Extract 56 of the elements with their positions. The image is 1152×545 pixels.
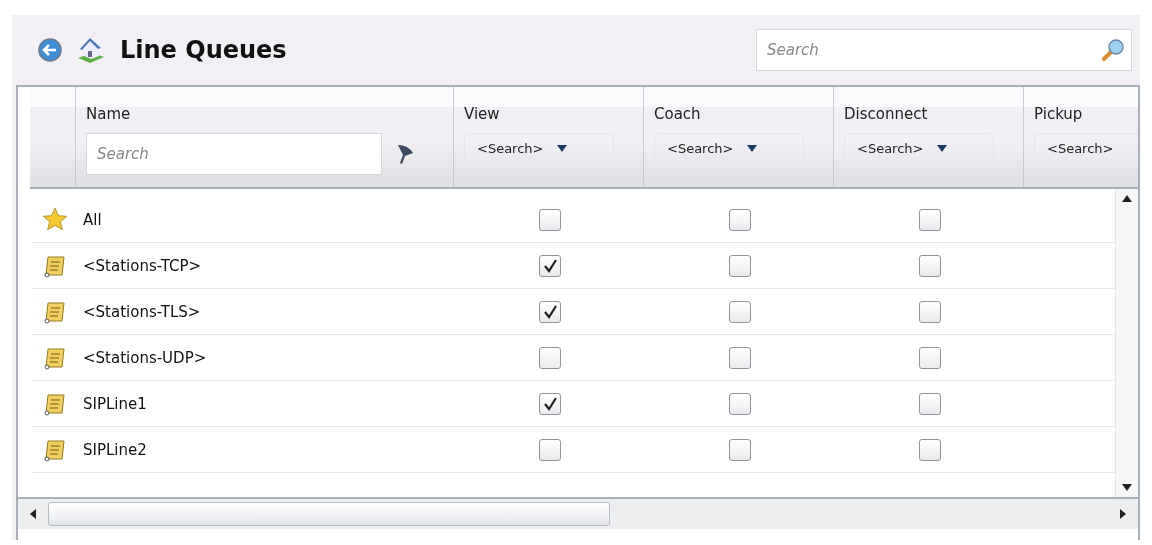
star-icon	[41, 206, 68, 233]
checkbox[interactable]	[919, 208, 941, 231]
notepad-icon	[43, 253, 66, 278]
list-row[interactable]: <Stations-TLS>	[32, 289, 1115, 335]
column-header: Disconnect	[844, 105, 929, 123]
line-name: SIPLine2	[82, 440, 148, 459]
checkbox[interactable]	[539, 254, 561, 277]
column-header: Name	[86, 105, 132, 123]
column-header: Pickup	[1034, 105, 1084, 123]
checkbox[interactable]	[539, 346, 561, 369]
checkbox[interactable]	[919, 254, 941, 277]
caret-icon	[747, 144, 758, 152]
search-dropdown[interactable]: <Search>	[1034, 133, 1138, 163]
line-name: <Stations-TLS>	[82, 302, 202, 321]
notepad-icon	[43, 299, 66, 324]
search-icon[interactable]	[1100, 37, 1126, 63]
horizontal-scrollbar[interactable]	[18, 497, 1138, 529]
house-icon[interactable]	[76, 36, 106, 64]
caret-icon	[937, 144, 948, 152]
checkbox[interactable]	[729, 438, 751, 461]
checkbox[interactable]	[919, 438, 941, 461]
vertical-scrollbar[interactable]	[1115, 189, 1138, 497]
checkbox[interactable]	[919, 392, 941, 415]
list-row[interactable]: <Stations-UDP>	[32, 335, 1115, 381]
checkbox[interactable]	[729, 300, 751, 323]
line-name: <Stations-UDP>	[82, 348, 208, 367]
search-field[interactable]: Search	[756, 29, 1132, 71]
checkbox[interactable]	[729, 208, 751, 231]
list-row[interactable]: SIPLine2	[32, 427, 1115, 473]
checkbox[interactable]	[539, 438, 561, 461]
list-row[interactable]: <Stations-TCP>	[32, 243, 1115, 289]
notepad-icon	[43, 345, 66, 370]
search-dropdown[interactable]: <Search>	[844, 133, 994, 163]
list-row[interactable]: All	[32, 197, 1115, 243]
filter-icon[interactable]	[396, 142, 414, 166]
line-name: SIPLine1	[82, 394, 148, 413]
name-search-field[interactable]: Search	[86, 133, 382, 175]
checkbox[interactable]	[539, 300, 561, 323]
checkbox[interactable]	[729, 392, 751, 415]
checkbox[interactable]	[729, 254, 751, 277]
checkbox[interactable]	[729, 346, 751, 369]
caret-icon	[557, 144, 568, 152]
column-header: Coach	[654, 105, 702, 123]
column-header: View	[464, 105, 501, 123]
list-row[interactable]: SIPLine1	[32, 381, 1115, 427]
checkbox[interactable]	[919, 300, 941, 323]
line-name: <Stations-TCP>	[82, 256, 203, 275]
search-dropdown[interactable]: <Search>	[464, 133, 614, 163]
line-name: All	[82, 210, 103, 229]
checkbox[interactable]	[919, 346, 941, 369]
search-dropdown[interactable]: <Search>	[654, 133, 804, 163]
checkbox[interactable]	[539, 392, 561, 415]
page-title: Line Queues	[120, 36, 288, 64]
notepad-icon	[43, 437, 66, 462]
checkbox[interactable]	[539, 208, 561, 231]
notepad-icon	[43, 391, 66, 416]
